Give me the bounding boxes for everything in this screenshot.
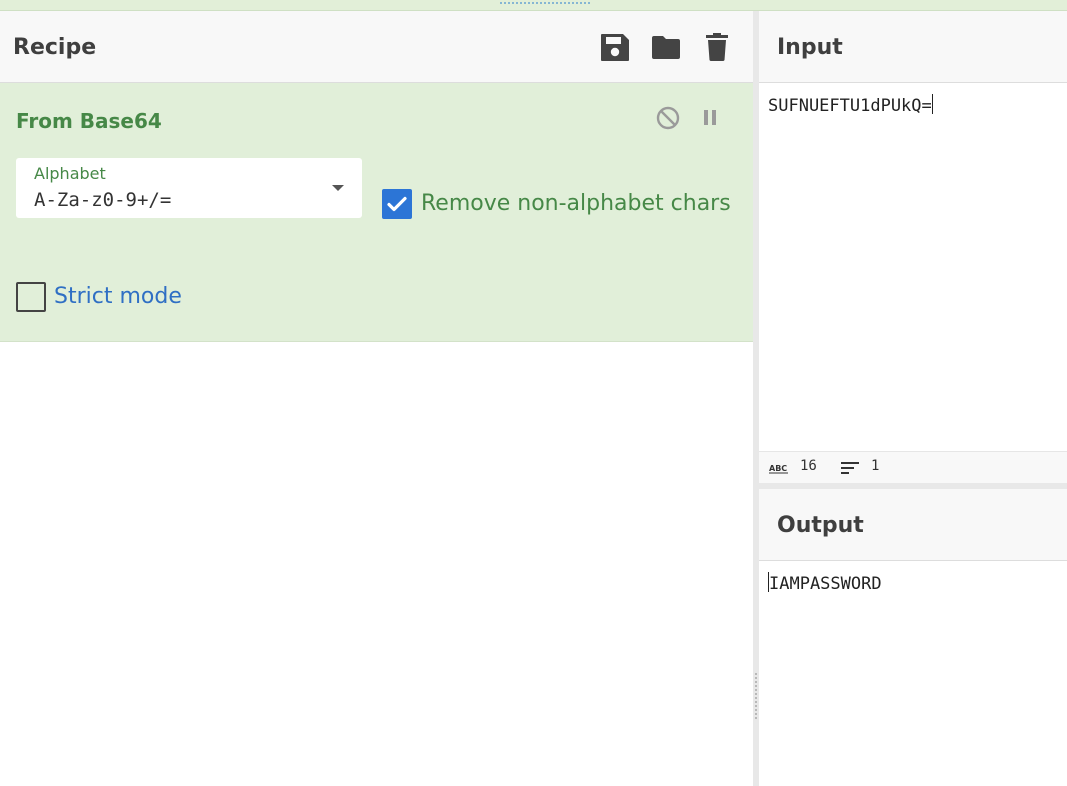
- input-title: Input: [777, 35, 843, 60]
- save-recipe-button[interactable]: [599, 31, 631, 63]
- recipe-panel: Recipe From Base64 Alphabet A-Za-z0-9+/=…: [0, 11, 753, 786]
- input-value: SUFNUEFTU1dPUkQ=: [768, 96, 932, 116]
- trash-icon: [706, 33, 728, 62]
- clear-recipe-button[interactable]: [701, 31, 733, 63]
- output-header: Output: [759, 489, 1067, 561]
- check-icon: [387, 196, 407, 212]
- pause-icon: [704, 110, 716, 125]
- recipe-title: Recipe: [13, 35, 97, 60]
- remove-non-alphabet-label[interactable]: Remove non-alphabet chars: [421, 191, 731, 216]
- output-value: IAMPASSWORD: [769, 574, 882, 594]
- breakpoint-button[interactable]: [697, 105, 723, 131]
- folder-icon: [652, 36, 680, 59]
- strict-mode-checkbox[interactable]: [16, 282, 46, 312]
- input-textarea[interactable]: SUFNUEFTU1dPUkQ=: [768, 94, 933, 116]
- operation-title: From Base64: [16, 109, 162, 133]
- disable-icon: [656, 106, 680, 130]
- lines-icon: [841, 462, 859, 474]
- output-title: Output: [777, 513, 864, 538]
- panel-resize-handle[interactable]: [753, 11, 759, 786]
- save-icon: [601, 34, 629, 61]
- text-cursor: [931, 94, 933, 114]
- strict-mode-label[interactable]: Strict mode: [54, 284, 182, 309]
- alphabet-label: Alphabet: [34, 164, 106, 183]
- abc-icon: ABC: [769, 464, 788, 474]
- chevron-down-icon: [332, 185, 344, 191]
- top-banner-strip: [0, 0, 1067, 11]
- svg-text:ABC: ABC: [769, 464, 787, 473]
- output-textarea[interactable]: IAMPASSWORD: [768, 572, 882, 594]
- input-line-count: 1: [871, 458, 880, 474]
- disable-operation-button[interactable]: [655, 105, 681, 131]
- input-header: Input: [759, 11, 1067, 83]
- recipe-header: Recipe: [0, 11, 753, 83]
- alphabet-value: A-Za-z0-9+/=: [34, 189, 172, 211]
- input-length: 16: [800, 458, 817, 474]
- alphabet-select[interactable]: Alphabet A-Za-z0-9+/=: [16, 158, 362, 218]
- load-recipe-button[interactable]: [650, 31, 682, 63]
- operation-from-base64: From Base64 Alphabet A-Za-z0-9+/= Remove…: [0, 83, 753, 342]
- input-status-bar: ABC 16 1: [759, 451, 1067, 484]
- remove-non-alphabet-checkbox[interactable]: [382, 189, 412, 219]
